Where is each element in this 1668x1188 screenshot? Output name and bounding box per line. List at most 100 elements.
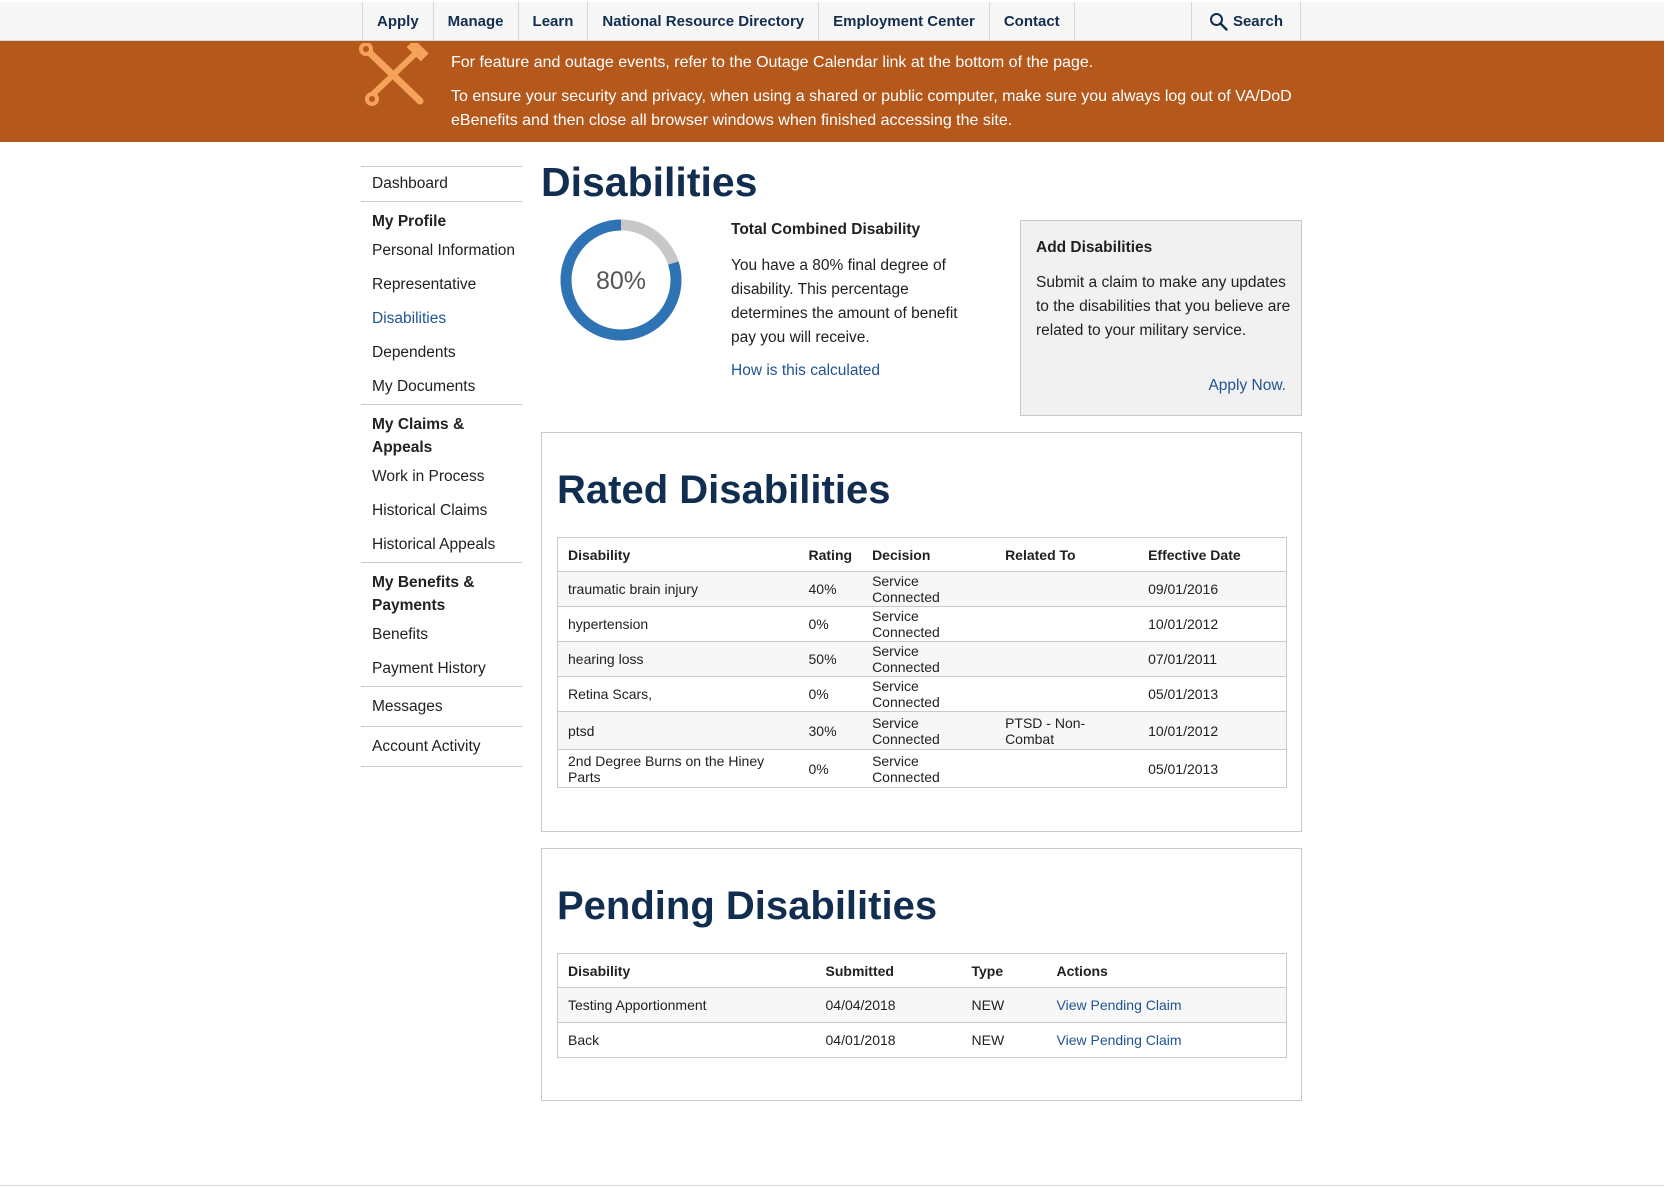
effective-date-cell: 05/01/2013 — [1138, 749, 1287, 788]
nav-apply[interactable]: Apply — [363, 2, 434, 41]
pending-disabilities-table: Disability Submitted Type Actions Testin… — [557, 953, 1287, 1058]
effective-date-cell: 10/01/2012 — [1138, 606, 1287, 642]
decision-cell: Service Connected — [862, 749, 996, 788]
security-notice: To ensure your security and privacy, whe… — [451, 88, 1292, 129]
sidebar-heading-my-claims-appeals: My Claims & Appeals — [372, 416, 465, 456]
disability-cell: 2nd Degree Burns on the Hiney Parts — [557, 749, 799, 788]
effective-date-cell: 07/01/2011 — [1138, 641, 1287, 677]
table-row: 2nd Degree Burns on the Hiney Parts 0% S… — [557, 749, 1287, 788]
table-row: hearing loss 50% Service Connected 07/01… — [557, 641, 1287, 677]
sidebar-item-representative[interactable]: Representative — [361, 268, 522, 302]
sidebar-item-my-documents[interactable]: My Documents — [361, 370, 522, 404]
related-to-cell — [995, 749, 1139, 788]
table-row: Back 04/01/2018 NEW View Pending Claim — [557, 1022, 1287, 1058]
donut-percent-label: 80% — [596, 267, 646, 295]
sidebar-item-historical-claims[interactable]: Historical Claims — [361, 494, 522, 528]
pending-disabilities-panel: Pending Disabilities Disability Submitte… — [541, 848, 1302, 1101]
add-disabilities-description: Submit a claim to make any updates to th… — [1036, 274, 1291, 339]
decision-cell: Service Connected — [862, 711, 996, 750]
sidebar-item-dependents[interactable]: Dependents — [361, 336, 522, 370]
related-to-cell — [995, 676, 1139, 712]
decision-cell: Service Connected — [862, 571, 996, 607]
sidebar-item-benefits[interactable]: Benefits — [361, 618, 522, 652]
top-navigation: Apply Manage Learn National Resource Dir… — [0, 2, 1664, 41]
actions-cell: View Pending Claim — [1046, 987, 1287, 1023]
sidebar-navigation: Dashboard My Profile Personal Informatio… — [361, 166, 522, 767]
column-header-disability: Disability — [557, 953, 816, 988]
sidebar-item-work-in-process[interactable]: Work in Process — [361, 460, 522, 494]
nav-manage[interactable]: Manage — [434, 2, 519, 41]
nav-learn[interactable]: Learn — [519, 2, 589, 41]
sidebar-item-account-activity[interactable]: Account Activity — [361, 727, 522, 766]
related-to-cell — [995, 571, 1139, 607]
nav-national-resource-directory[interactable]: National Resource Directory — [588, 2, 820, 41]
related-to-cell — [995, 641, 1139, 677]
column-header-type: Type — [961, 953, 1047, 988]
table-row: hypertension 0% Service Connected 10/01/… — [557, 606, 1287, 642]
nav-search-button[interactable]: Search — [1192, 2, 1301, 41]
rating-cell: 0% — [798, 676, 863, 712]
rating-cell: 0% — [798, 606, 863, 642]
related-to-cell: PTSD - Non-Combat — [995, 711, 1139, 750]
disability-cell: hypertension — [557, 606, 799, 642]
sidebar-item-messages[interactable]: Messages — [361, 687, 522, 726]
decision-cell: Service Connected — [862, 606, 996, 642]
decision-cell: Service Connected — [862, 641, 996, 677]
disability-cell: Retina Scars, — [557, 676, 799, 712]
table-row: Testing Apportionment 04/04/2018 NEW Vie… — [557, 987, 1287, 1023]
rated-disabilities-title: Rated Disabilities — [557, 468, 891, 512]
effective-date-cell: 10/01/2012 — [1138, 711, 1287, 750]
add-disabilities-title: Add Disabilities — [1036, 239, 1153, 256]
footer-divider — [0, 1185, 1664, 1186]
sidebar-item-personal-information[interactable]: Personal Information — [361, 234, 522, 268]
disability-cell: Testing Apportionment — [557, 987, 816, 1023]
view-pending-claim-link[interactable]: View Pending Claim — [1057, 997, 1182, 1013]
tools-icon — [359, 43, 429, 106]
sidebar-item-dashboard[interactable]: Dashboard — [361, 167, 522, 201]
nav-employment-center[interactable]: Employment Center — [819, 2, 990, 41]
page-title: Disabilities — [541, 159, 758, 205]
rating-cell: 0% — [798, 749, 863, 788]
type-cell: NEW — [961, 987, 1047, 1023]
table-header-row: Disability Submitted Type Actions — [557, 953, 1287, 988]
related-to-cell — [995, 606, 1139, 642]
decision-cell: Service Connected — [862, 676, 996, 712]
apply-now-link[interactable]: Apply Now. — [1208, 377, 1286, 395]
nav-spacer — [1075, 2, 1192, 41]
rated-disabilities-table: Disability Rating Decision Related To Ef… — [557, 537, 1287, 788]
top-navigation-menu: Apply Manage Learn National Resource Dir… — [362, 2, 1301, 41]
column-header-actions: Actions — [1046, 953, 1287, 988]
sidebar-item-historical-appeals[interactable]: Historical Appeals — [361, 528, 522, 562]
rating-cell: 40% — [798, 571, 863, 607]
table-row: traumatic brain injury 40% Service Conne… — [557, 571, 1287, 607]
type-cell: NEW — [961, 1022, 1047, 1058]
column-header-effective-date: Effective Date — [1138, 537, 1287, 572]
sidebar-heading-my-profile: My Profile — [372, 213, 447, 230]
column-header-disability: Disability — [557, 537, 799, 572]
nav-contact[interactable]: Contact — [990, 2, 1075, 41]
how-calculated-link[interactable]: How is this calculated — [731, 362, 880, 380]
table-header-row: Disability Rating Decision Related To Ef… — [557, 537, 1287, 572]
add-disabilities-card: Add Disabilities Submit a claim to make … — [1020, 220, 1302, 416]
effective-date-cell: 09/01/2016 — [1138, 571, 1287, 607]
actions-cell: View Pending Claim — [1046, 1022, 1287, 1058]
sidebar-divider — [361, 766, 522, 767]
submitted-cell: 04/04/2018 — [815, 987, 962, 1023]
total-combined-description: You have a 80% final degree of disabilit… — [731, 257, 958, 346]
sidebar-heading-my-benefits-payments: My Benefits & Payments — [372, 574, 475, 614]
rated-disabilities-panel: Rated Disabilities Disability Rating Dec… — [541, 432, 1302, 832]
sidebar-item-payment-history[interactable]: Payment History — [361, 652, 522, 686]
column-header-related-to: Related To — [995, 537, 1139, 572]
effective-date-cell: 05/01/2013 — [1138, 676, 1287, 712]
sidebar-item-disabilities[interactable]: Disabilities — [361, 302, 522, 336]
nav-search-label: Search — [1232, 13, 1283, 30]
combined-rating-donut: 80% — [560, 219, 682, 341]
alert-banner: For feature and outage events, refer to … — [0, 41, 1664, 142]
disability-cell: traumatic brain injury — [557, 571, 799, 607]
disability-cell: Back — [557, 1022, 816, 1058]
total-combined-title: Total Combined Disability — [731, 221, 921, 238]
rating-cell: 50% — [798, 641, 863, 677]
column-header-decision: Decision — [862, 537, 996, 572]
view-pending-claim-link[interactable]: View Pending Claim — [1057, 1032, 1182, 1048]
rating-cell: 30% — [798, 711, 863, 750]
